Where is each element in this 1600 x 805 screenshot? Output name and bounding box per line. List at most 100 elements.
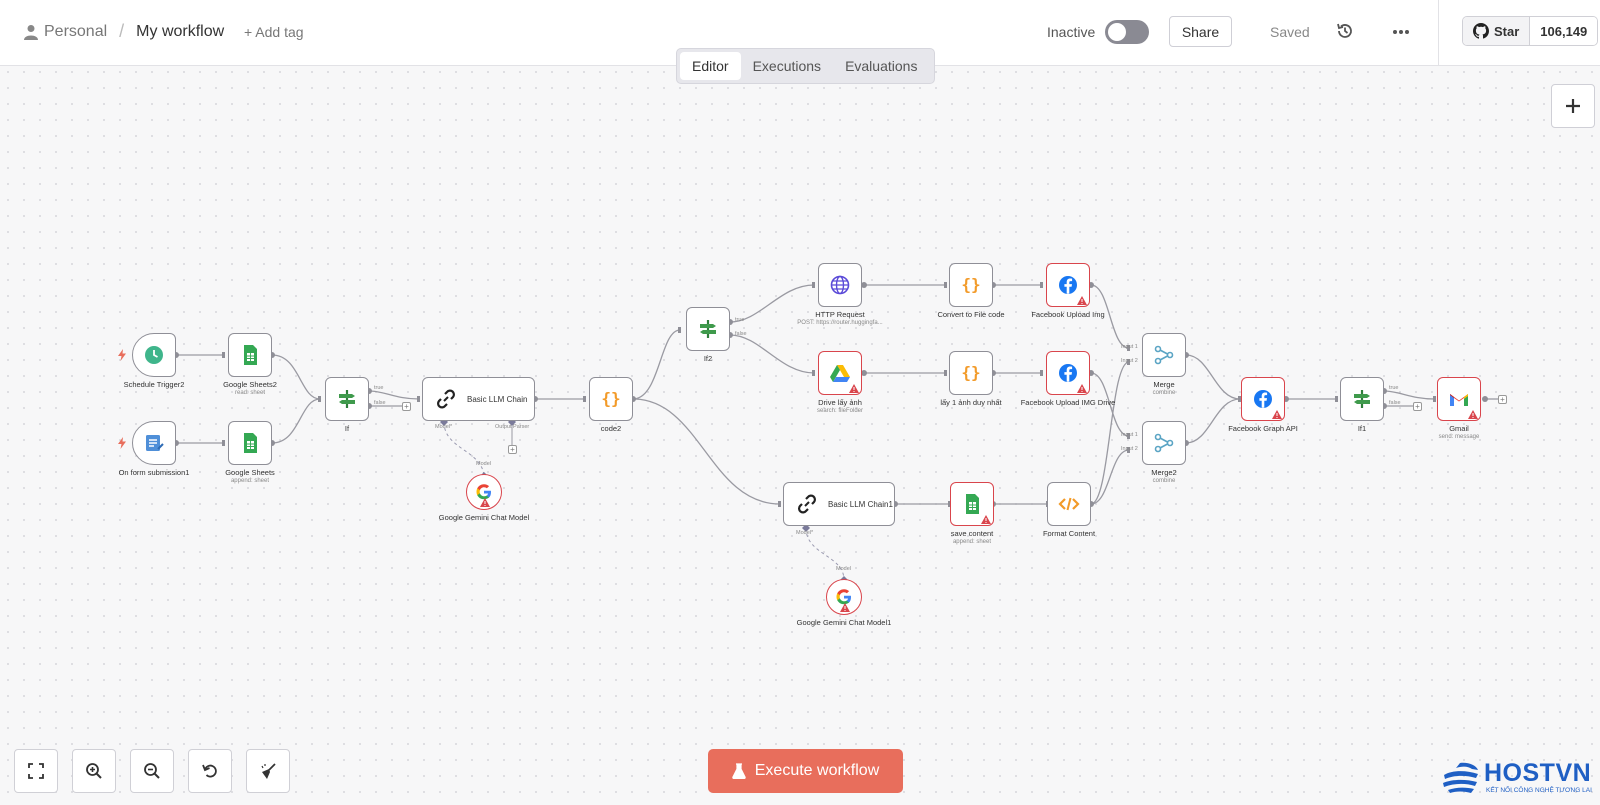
code-braces-icon: {} — [601, 389, 620, 408]
node-label: Google Sheets2 — [223, 380, 277, 389]
node-schedule-trigger[interactable] — [132, 333, 176, 377]
svg-text:{}: {} — [601, 389, 620, 408]
node-label: If — [344, 424, 350, 433]
brand-tagline: KẾT NỐI CÔNG NGHỆ TƯƠNG LAI — [1486, 787, 1592, 794]
node-label: Drive lấy ảnh — [818, 398, 862, 407]
gmail-icon — [1450, 394, 1468, 406]
node-basic-llm-chain1[interactable]: Basic LLM Chain1 — [783, 482, 895, 526]
google-sheets-icon — [244, 345, 257, 365]
trigger-bolt-icon — [118, 349, 126, 361]
port-label: Model — [836, 566, 851, 572]
code-braces-icon: {} — [961, 275, 980, 294]
node-lay-1-anh[interactable]: {} — [949, 351, 993, 395]
svg-text:{}: {} — [961, 275, 980, 294]
add-branch-handle[interactable]: + — [402, 402, 411, 411]
tidy-up-button[interactable] — [246, 749, 290, 793]
node-facebook-graph-api[interactable] — [1241, 377, 1285, 421]
zoom-out-icon — [144, 763, 160, 779]
clock-icon — [145, 346, 163, 364]
node-if2[interactable] — [686, 307, 730, 351]
if-branch-icon — [339, 390, 355, 408]
node-label: Facebook Upload IMG Drive — [1020, 398, 1116, 407]
warning-icon — [840, 603, 850, 612]
node-label: Convert to File code — [937, 310, 1005, 319]
zoom-in-icon — [86, 763, 102, 779]
port-label: true — [1389, 385, 1399, 391]
port-label: false — [374, 400, 386, 406]
node-merge[interactable] — [1142, 333, 1186, 377]
node-merge2[interactable] — [1142, 421, 1186, 465]
zoom-out-button[interactable] — [130, 749, 174, 793]
node-label: code2 — [600, 424, 622, 433]
node-if[interactable] — [325, 377, 369, 421]
node-if1[interactable] — [1340, 377, 1384, 421]
merge-icon — [1154, 345, 1174, 365]
port-label: Model — [476, 461, 491, 467]
warning-icon — [1468, 410, 1478, 419]
warning-icon — [480, 498, 490, 507]
if-branch-icon — [700, 320, 716, 338]
chain-link-icon — [437, 389, 455, 409]
port-label: Model* — [435, 424, 453, 430]
port-label: Output Parser — [495, 424, 530, 430]
fit-view-button[interactable] — [14, 749, 58, 793]
port-label: Model* — [796, 530, 814, 536]
node-label: save content — [950, 529, 994, 538]
hostvn-watermark: HOSTVN KẾT NỐI CÔNG NGHỆ TƯƠNG LAI — [1442, 757, 1600, 797]
node-google-sheets[interactable] — [228, 421, 272, 465]
node-form-trigger[interactable] — [132, 421, 176, 465]
node-subtitle: combine — [1152, 390, 1176, 396]
google-drive-icon — [830, 365, 850, 382]
reset-zoom-button[interactable] — [188, 749, 232, 793]
code-tag-icon — [1058, 497, 1080, 511]
node-label: Google Gemini Chat Model1 — [796, 618, 892, 627]
warning-icon — [1077, 384, 1087, 393]
flask-icon — [732, 763, 746, 779]
node-facebook-upload-img[interactable] — [1046, 263, 1090, 307]
port-label: false — [1389, 400, 1401, 406]
node-label: lấy 1 ảnh duy nhất — [940, 398, 1002, 407]
add-node-handle[interactable]: + — [1498, 395, 1507, 404]
node-google-sheets2[interactable] — [228, 333, 272, 377]
port-label: true — [374, 385, 384, 391]
node-subtitle: append: sheet — [230, 478, 270, 484]
warning-icon — [981, 515, 991, 524]
add-parser-handle[interactable]: + — [508, 445, 517, 454]
execute-workflow-label: Execute workflow — [754, 762, 880, 779]
port-label: true — [735, 317, 745, 323]
hostvn-logo-icon — [1443, 762, 1478, 793]
chain-link-icon — [798, 494, 816, 514]
node-convert-to-file-code[interactable]: {} — [949, 263, 993, 307]
node-label: Google Gemini Chat Model — [438, 513, 530, 522]
warning-icon — [1272, 410, 1282, 419]
brand-name: HOSTVN — [1484, 759, 1592, 787]
node-http-request[interactable] — [818, 263, 862, 307]
node-gmail[interactable] — [1437, 377, 1481, 421]
facebook-icon — [1059, 276, 1077, 294]
node-label: If2 — [703, 354, 713, 363]
facebook-icon — [1254, 390, 1272, 408]
google-sheets-icon — [966, 494, 979, 514]
node-save-content[interactable] — [950, 482, 994, 526]
node-facebook-upload-img-drive[interactable] — [1046, 351, 1090, 395]
node-label: Format Content — [1042, 529, 1096, 538]
node-code2[interactable]: {} — [589, 377, 633, 421]
code-braces-icon: {} — [961, 363, 980, 382]
add-branch-handle[interactable]: + — [1413, 402, 1422, 411]
execute-workflow-button[interactable]: Execute workflow — [708, 749, 903, 793]
port-label: Input 2 — [1121, 446, 1138, 452]
node-label: If1 — [1357, 424, 1367, 433]
zoom-in-button[interactable] — [72, 749, 116, 793]
node-basic-llm-chain[interactable]: Basic LLM Chain — [422, 377, 535, 421]
node-subtitle: search: fileFolder — [816, 408, 864, 414]
node-gemini-chat-model[interactable] — [466, 474, 502, 510]
node-label: Gmail — [1449, 424, 1469, 433]
node-label: Google Sheets — [225, 468, 275, 477]
node-label: On form submission1 — [118, 468, 190, 477]
node-format-content[interactable] — [1047, 482, 1091, 526]
node-gemini-chat-model1[interactable] — [826, 579, 862, 615]
broom-icon — [261, 763, 276, 779]
if-branch-icon — [1354, 390, 1370, 408]
node-label: Basic LLM Chain1 — [828, 499, 893, 509]
node-drive-lay-anh[interactable] — [818, 351, 862, 395]
